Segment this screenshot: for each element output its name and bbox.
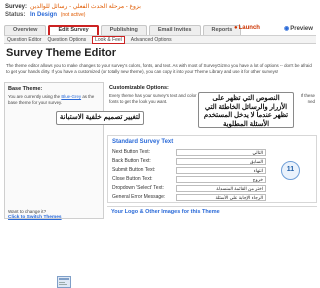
status-label: Status: [5, 12, 26, 18]
survey-label: Survey: [5, 4, 28, 10]
general-error-message-label: General Error Message: [112, 194, 166, 200]
base-theme-text: You are currently using the Blue-Grey as… [8, 94, 102, 105]
subtab-advanced-options[interactable]: Advanced Options [131, 37, 172, 43]
background-design-callout: لتغيير تصميم خلفية الاستبانة [56, 111, 144, 125]
std-row-dropdown: Dropdown 'Select' Text: اختر من القائمة … [112, 184, 312, 192]
tab-overview[interactable]: Overview [4, 25, 47, 35]
button-text-callout: النصوص التي تظهر على الأزرار والرسائل ال… [198, 92, 294, 128]
side-text-fragment: If these ned [301, 93, 315, 104]
subtab-question-editor[interactable]: Question Editor [7, 37, 41, 43]
change-theme-prompt: Want to change it? [8, 209, 47, 214]
switch-themes-link[interactable]: Click to Switch Themes [8, 215, 62, 220]
launch-icon: ● [234, 25, 238, 31]
close-button-text-input[interactable]: خروج [176, 175, 266, 183]
submit-button-text-label: Submit Button Text: [112, 167, 156, 173]
preview-icon: ◉ [284, 26, 290, 32]
customizable-options-title: Customizable Options: [109, 85, 169, 91]
next-button-text-label: Next Button Text: [112, 149, 150, 155]
status-line: Status: In Design (not active) [5, 12, 85, 18]
status-note: (not active) [60, 12, 86, 18]
page-number-badge: 11 [281, 161, 300, 180]
theme-thumbnail-icon [57, 276, 71, 288]
next-button-text-input[interactable]: التالي [176, 148, 266, 156]
survey-name[interactable]: بزوغ - مرحلة الحدث الفعلي - رسائل للوالد… [30, 4, 141, 10]
subtab-look-and-feel[interactable]: Look & Feel [92, 35, 125, 44]
std-row-next: Next Button Text: التالي [112, 148, 312, 156]
callout-line-1: النصوص التي تظهر على [212, 95, 280, 102]
back-button-text-label: Back Button Text: [112, 158, 151, 164]
tab-publishing[interactable]: Publishing [100, 25, 147, 35]
close-button-text-label: Close Button Text: [112, 176, 153, 182]
general-error-message-input[interactable]: الرجاء الإجابة على الأسئلة [176, 193, 266, 201]
tab-email-invites[interactable]: Email Invites [148, 25, 201, 35]
survey-name-line: Survey: بزوغ - مرحلة الحدث الفعلي - رسائل… [5, 3, 141, 10]
page-title: Survey Theme Editor [6, 47, 117, 59]
dropdown-select-text-input[interactable]: اختر من القائمة المنسدلة [176, 184, 266, 192]
back-button-text-input[interactable]: السابق [176, 157, 266, 165]
tab-edit-survey[interactable]: Edit Survey [48, 25, 99, 35]
main-tabs: Overview Edit Survey Publishing Email In… [4, 25, 242, 35]
subtab-question-options[interactable]: Question Options [47, 37, 86, 43]
sub-tabs: Question Editor Question Options Look & … [4, 35, 316, 44]
preview-button[interactable]: ◉Preview [284, 25, 313, 32]
callout-line-3: تظهر عندما لا يدخل المستخدم [203, 112, 289, 119]
current-theme-link[interactable]: Blue-Grey [61, 94, 81, 99]
dropdown-select-text-label: Dropdown 'Select' Text: [112, 185, 164, 191]
side-fragment-1: If these [300, 93, 315, 98]
std-row-error: General Error Message: الرجاء الإجابة عل… [112, 193, 312, 201]
base-theme-title: Base Theme: [8, 86, 43, 92]
base-theme-text-before: You are currently using the [8, 94, 61, 99]
preview-label: Preview [290, 26, 313, 32]
logo-images-link[interactable]: Your Logo & Other Images for this Theme [107, 206, 317, 216]
status-value: In Design [30, 12, 58, 18]
intro-text: The theme editor allows you to make chan… [6, 63, 312, 74]
callout-line-2: الأزرار والرسائل الخاطئة التي [204, 103, 288, 111]
submit-button-text-input[interactable]: انتهاء [176, 166, 266, 174]
survey-header: Survey: بزوغ - مرحلة الحدث الفعلي - رسائل… [0, 0, 320, 24]
side-fragment-2: ned [307, 98, 315, 104]
callout-line-4: الأسئلة المطلوبة [222, 120, 270, 128]
launch-label: Launch [238, 25, 260, 31]
base-theme-panel: Base Theme: You are currently using the … [4, 82, 104, 288]
launch-button[interactable]: ●Launch [234, 25, 260, 31]
standard-text-title: Standard Survey Text [112, 139, 174, 145]
